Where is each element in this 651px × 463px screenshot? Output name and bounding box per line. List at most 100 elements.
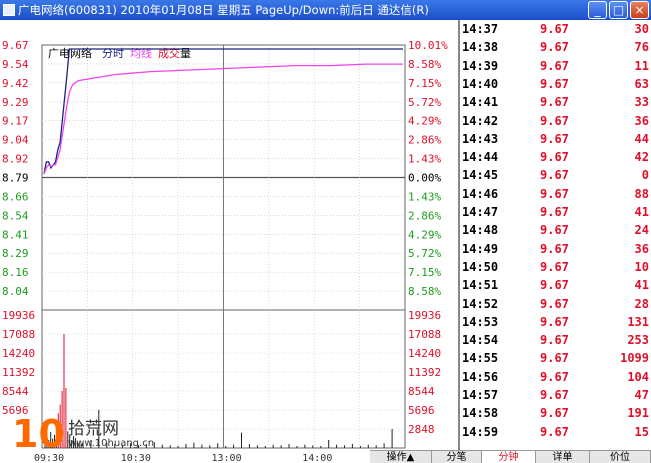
trade-price: 9.67 xyxy=(540,168,569,183)
trade-volume: 1099 xyxy=(620,351,649,366)
volume-axis-label: 8544 xyxy=(2,385,29,398)
price-axis-label: 8.16 xyxy=(2,266,29,279)
trade-volume: 76 xyxy=(634,40,649,55)
tab-0[interactable]: 操作▲ xyxy=(370,451,432,463)
price-axis-label: 9.17 xyxy=(2,115,29,128)
price-axis-label: 9.42 xyxy=(2,77,29,90)
trade-volume: 11 xyxy=(634,58,649,73)
minute-trades-panel[interactable]: 14:37 9.67 30 14:38 9.67 76 14:39 9.67 11 14:40 9.… xyxy=(458,20,651,450)
trade-row: 14:59 9.67 15 xyxy=(460,425,651,443)
volume-axis-label-right: 2848 xyxy=(408,423,435,436)
trade-time: 14:54 xyxy=(462,333,499,348)
trade-price: 9.67 xyxy=(540,22,569,36)
trade-price: 9.67 xyxy=(540,58,569,73)
minimize-button[interactable]: _ xyxy=(588,1,607,19)
trade-price: 9.67 xyxy=(540,388,569,402)
percent-axis-label: 1.43% xyxy=(408,190,441,203)
title-bar: 广电网络(600831) 2010年01月08日 星期五 PageUp/Down… xyxy=(0,0,651,20)
trade-price: 9.67 xyxy=(540,205,569,219)
trade-price: 9.67 xyxy=(540,76,569,91)
trade-time: 14:51 xyxy=(462,278,499,293)
trade-time: 14:52 xyxy=(462,296,499,311)
trade-price: 9.67 xyxy=(540,150,569,165)
watermark-url: www.10huang.cn xyxy=(68,438,155,449)
trade-row: 14:41 9.67 33 xyxy=(460,95,651,113)
trade-row: 14:43 9.67 44 xyxy=(460,132,651,150)
trade-row: 14:54 9.67 253 xyxy=(460,333,651,351)
trade-volume: 131 xyxy=(627,314,649,329)
trade-volume: 15 xyxy=(634,424,649,439)
trade-row: 14:57 9.67 47 xyxy=(460,388,651,406)
percent-axis-label: 7.15% xyxy=(408,77,441,90)
intraday-chart[interactable]: 9.67 9.54 9.42 9.29 9.17 9.04 8.92 8.79 8.66 8.54… xyxy=(0,20,458,463)
trade-volume: 104 xyxy=(627,369,649,384)
trade-price: 9.67 xyxy=(540,314,569,329)
bottom-tabs: 操作▲ 分笔 分钟 详单 价位 xyxy=(370,450,651,463)
volume-axis-label: 19936 xyxy=(2,309,35,322)
volume-axis-label-right: 19936 xyxy=(408,309,441,322)
percent-axis-label: 1.43% xyxy=(408,153,441,166)
trade-row: 14:38 9.67 76 xyxy=(460,40,651,58)
trade-volume: 10 xyxy=(634,259,649,274)
chart-svg: 9.67 9.54 9.42 9.29 9.17 9.04 8.92 8.79 8.66 8.54… xyxy=(2,39,448,463)
price-axis-label: 8.66 xyxy=(2,190,29,203)
trade-time: 14:47 xyxy=(462,205,499,219)
volume-axis-label: 17088 xyxy=(2,328,35,341)
percent-axis-label: 7.15% xyxy=(408,266,441,279)
trade-row: 14:44 9.67 42 xyxy=(460,150,651,168)
tab-4[interactable]: 价位 xyxy=(590,451,651,463)
trade-row: 14:55 9.67 1099 xyxy=(460,351,651,369)
trade-row: 14:46 9.67 88 xyxy=(460,187,651,205)
trade-row: 14:40 9.67 63 xyxy=(460,77,651,95)
price-axis-label: 8.41 xyxy=(2,228,29,241)
trade-time: 14:41 xyxy=(462,95,499,110)
legend-item: 广电网络 xyxy=(48,46,92,60)
percent-axis-label: 10.01% xyxy=(408,39,448,52)
watermark-logo: 10 拾荒网 www.10huang.cn xyxy=(12,412,155,458)
time-axis-label: 14:00 xyxy=(302,453,332,463)
trade-price: 9.67 xyxy=(540,406,569,421)
percent-axis-label: 0.00% xyxy=(408,172,441,185)
trade-volume: 88 xyxy=(634,186,649,201)
trade-volume: 33 xyxy=(634,95,649,110)
trade-time: 14:44 xyxy=(462,150,499,165)
trade-row: 14:45 9.67 0 xyxy=(460,168,651,186)
close-button[interactable]: × xyxy=(630,1,649,19)
trade-price: 9.67 xyxy=(540,131,569,146)
price-axis-label: 8.92 xyxy=(2,153,29,166)
trade-volume: 30 xyxy=(634,22,649,36)
trade-volume: 42 xyxy=(634,150,649,165)
trade-row: 14:39 9.67 11 xyxy=(460,59,651,77)
tab-2[interactable]: 分钟 xyxy=(482,451,536,463)
tab-3[interactable]: 详单 xyxy=(536,451,590,463)
trade-row: 14:56 9.67 104 xyxy=(460,370,651,388)
trade-row: 14:42 9.67 36 xyxy=(460,114,651,132)
trade-volume: 36 xyxy=(634,113,649,128)
price-axis-label: 8.79 xyxy=(2,172,29,185)
tab-1[interactable]: 分笔 xyxy=(432,451,482,463)
trade-row: 14:58 9.67 191 xyxy=(460,406,651,424)
trade-row: 14:50 9.67 10 xyxy=(460,260,651,278)
trade-price: 9.67 xyxy=(540,278,569,293)
trade-volume: 191 xyxy=(627,406,649,421)
legend-item: 均线 xyxy=(130,46,152,60)
trade-time: 14:43 xyxy=(462,131,499,146)
trade-volume: 44 xyxy=(634,131,649,146)
trade-time: 14:37 xyxy=(462,22,499,36)
trade-price: 9.67 xyxy=(540,241,569,256)
trade-volume: 24 xyxy=(634,223,649,238)
percent-axis-label: 2.86% xyxy=(408,209,441,222)
trade-row: 14:49 9.67 36 xyxy=(460,242,651,260)
volume-axis-label-right: 11392 xyxy=(408,366,441,379)
trade-time: 14:50 xyxy=(462,259,499,274)
percent-axis-label: 5.72% xyxy=(408,247,441,260)
restore-button[interactable]: □ xyxy=(609,1,628,19)
price-axis-label: 9.54 xyxy=(2,58,29,71)
trade-price: 9.67 xyxy=(540,186,569,201)
trade-price: 9.67 xyxy=(540,351,569,366)
trade-time: 14:55 xyxy=(462,351,499,366)
trade-time: 14:56 xyxy=(462,369,499,384)
trade-volume: 28 xyxy=(634,296,649,311)
time-axis-label: 13:00 xyxy=(212,453,242,463)
trade-time: 14:59 xyxy=(462,424,499,439)
